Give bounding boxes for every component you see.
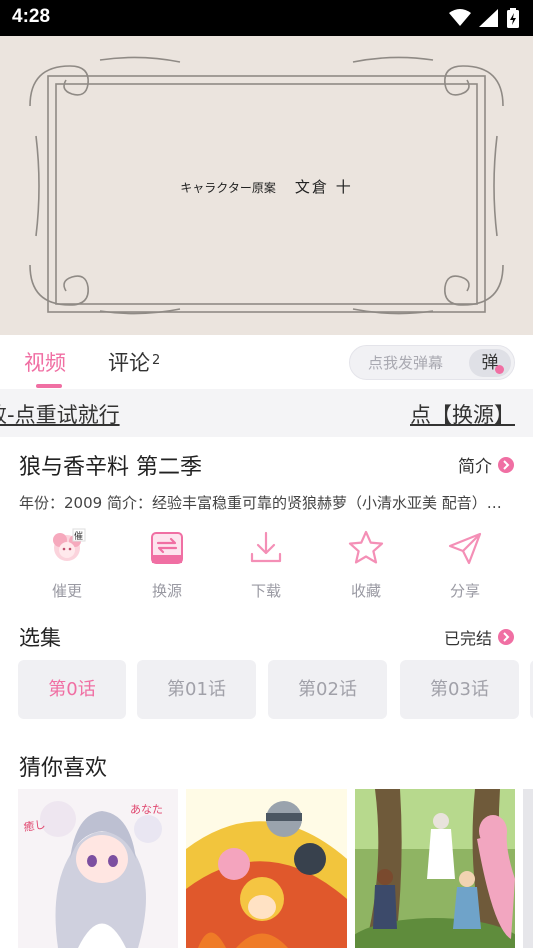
episodes-status-label: 已完结	[443, 629, 492, 648]
video-caption: キャラクター原案 文倉 十	[0, 176, 533, 197]
caption-name: 文倉 十	[294, 178, 353, 196]
anime-title: 狼与香辛料 第二季	[19, 455, 202, 480]
action-label: 下载	[250, 582, 281, 600]
notice-marquee[interactable]: 败-点重试就行 点【换源】	[0, 389, 533, 437]
danmaku-input[interactable]: 点我发弹幕 弹	[349, 345, 515, 380]
marquee-text-right: 点【换源】	[410, 403, 515, 427]
chevron-right-icon	[498, 456, 514, 473]
danmaku-check-icon	[495, 365, 504, 374]
tab-comments[interactable]: 评论 2	[108, 347, 160, 377]
action-label: 分享	[449, 582, 480, 600]
episode-item[interactable]: 第03话	[400, 660, 519, 719]
episodes-title: 选集	[19, 626, 61, 650]
signal-icon	[479, 9, 498, 27]
tab-active-indicator	[36, 384, 62, 388]
svg-text:催: 催	[74, 530, 83, 542]
wifi-icon	[449, 9, 471, 26]
status-icons	[449, 8, 519, 28]
caption-role: キャラクター原案	[180, 181, 276, 195]
tab-bar: 视频 评论 2 点我发弹幕 弹	[0, 335, 533, 389]
intro-link[interactable]: 简介	[458, 452, 514, 477]
recommend-poster[interactable]	[355, 789, 515, 948]
video-player[interactable]: キャラクター原案 文倉 十	[0, 36, 533, 335]
download-icon	[250, 531, 282, 563]
danmaku-placeholder: 点我发弹幕	[368, 354, 444, 372]
episode-item[interactable]: 第0话	[18, 660, 126, 719]
episodes-header: 选集 已完结	[0, 620, 533, 656]
star-icon	[348, 530, 384, 564]
switch-source-icon	[151, 532, 183, 564]
episode-item[interactable]: 第01话	[137, 660, 256, 719]
poster-image: 癒し あなた	[18, 789, 178, 948]
recommend-poster[interactable]	[523, 789, 533, 948]
poster-image	[186, 789, 347, 948]
download-button[interactable]: 下载	[226, 528, 306, 601]
episode-list[interactable]: 第0话 第01话 第02话 第03话	[18, 660, 533, 720]
action-label: 催更	[51, 582, 82, 600]
comments-count: 2	[152, 353, 161, 368]
anime-meta: 年份：2009 简介：经验丰富稳重可靠的贤狼赫萝（小清水亚美 配音）与旅行商人罗…	[19, 494, 509, 512]
recommend-poster[interactable]	[186, 789, 347, 948]
action-label: 换源	[151, 582, 182, 600]
recommend-list[interactable]: 癒し あなた	[18, 789, 533, 948]
poster-image	[355, 789, 515, 948]
episode-item[interactable]: 第02话	[268, 660, 387, 719]
action-label: 收藏	[350, 582, 381, 600]
danmaku-toggle-button[interactable]: 弹	[469, 349, 511, 377]
share-icon	[448, 532, 482, 565]
status-time: 4:28	[12, 6, 51, 27]
intro-link-label: 简介	[458, 457, 492, 477]
chevron-right-icon	[498, 629, 514, 645]
action-row: 催 催更 换源 下载 收藏 分享	[0, 528, 533, 608]
tab-comments-label: 评论	[108, 351, 150, 375]
recommend-poster[interactable]: 癒し あなた	[18, 789, 178, 948]
mascot-icon: 催	[53, 528, 86, 561]
svg-text:あなた: あなた	[130, 803, 163, 816]
status-bar: 4:28	[0, 0, 533, 36]
favorite-button[interactable]: 收藏	[326, 528, 406, 601]
recommend-title: 猜你喜欢	[19, 756, 108, 781]
tab-video[interactable]: 视频	[24, 347, 66, 377]
episodes-status-link[interactable]: 已完结	[444, 625, 514, 649]
urge-update-button[interactable]: 催 催更	[27, 528, 107, 601]
battery-icon	[507, 8, 519, 28]
share-button[interactable]: 分享	[425, 528, 505, 601]
switch-source-button[interactable]: 换源	[127, 528, 207, 601]
marquee-text-left: 败-点重试就行	[0, 403, 120, 427]
